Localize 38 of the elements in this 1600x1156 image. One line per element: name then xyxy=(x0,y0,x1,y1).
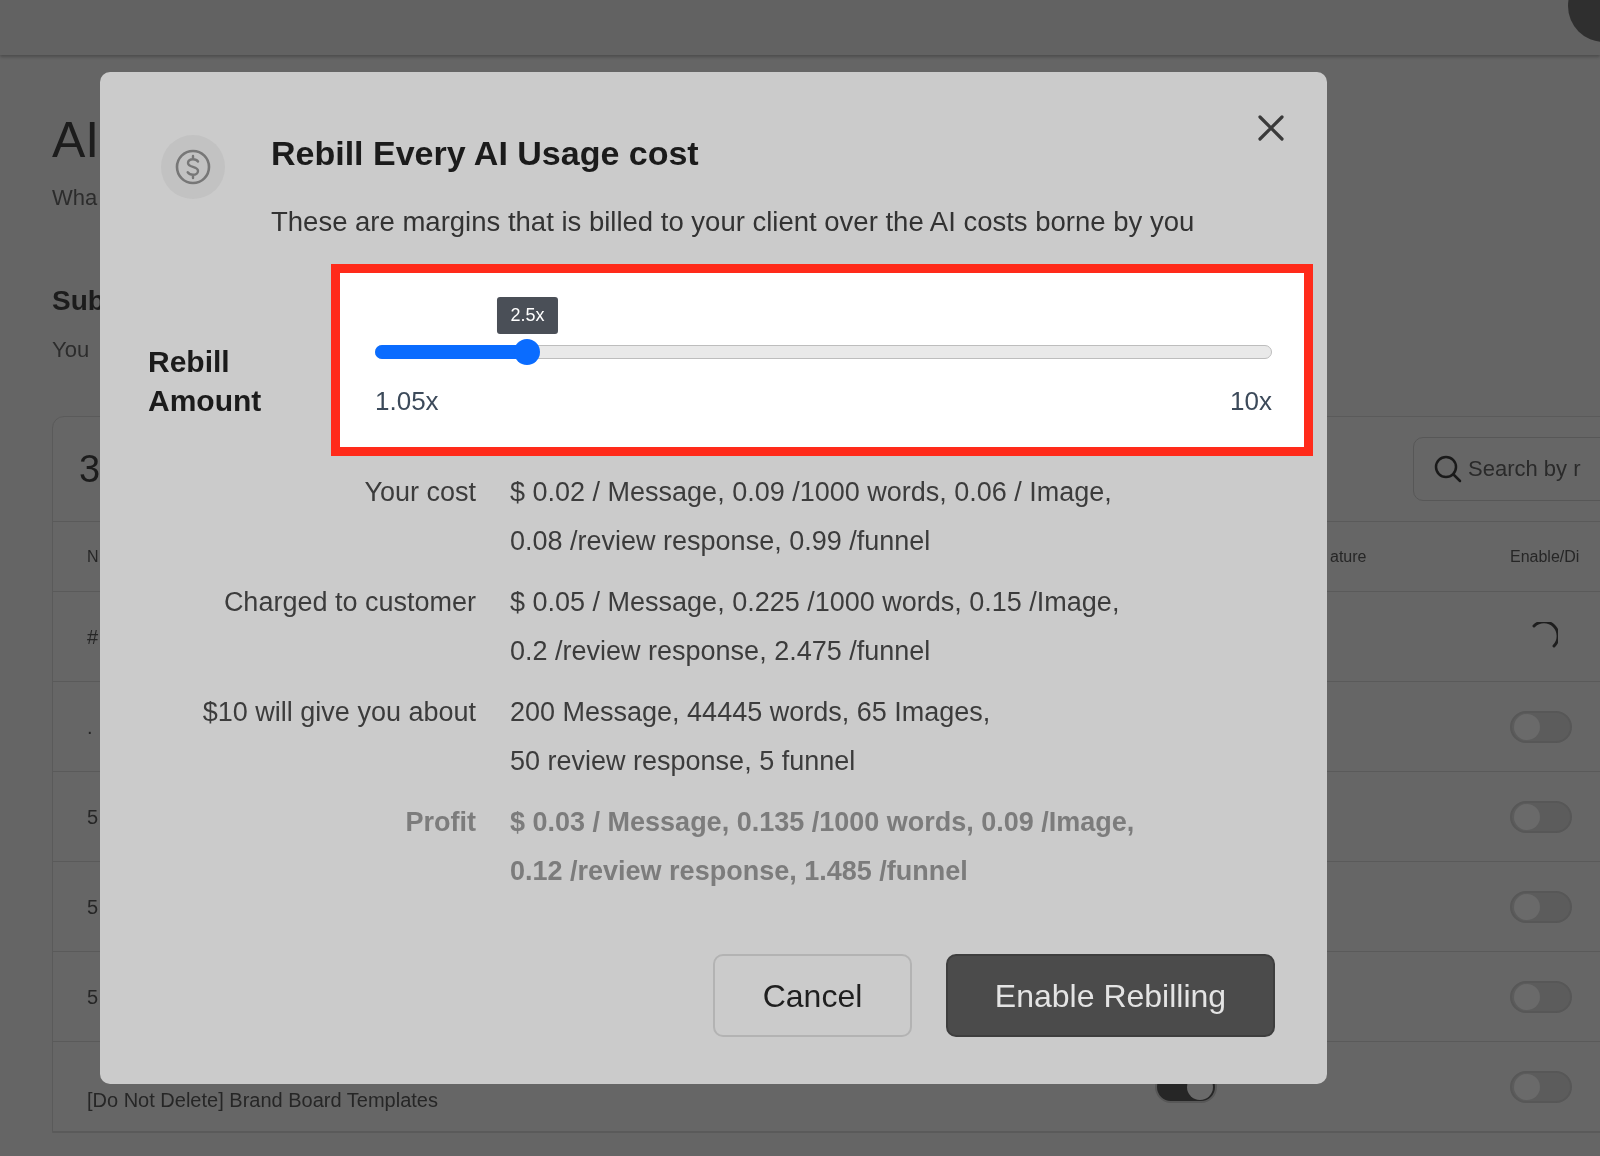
detail-label: Profit xyxy=(404,806,476,840)
slider-thumb[interactable] xyxy=(514,339,541,366)
search-field[interactable]: Search by r xyxy=(1413,437,1600,501)
detail-value: 0.08 /review response, 0.99 /funnel xyxy=(510,525,932,559)
detail-value: 200 Message, 44445 words, 65 Images, xyxy=(510,696,991,730)
detail-value: 0.2 /review response, 2.475 /funnel xyxy=(510,635,932,669)
row-name: 5 xyxy=(87,984,99,1010)
detail-value: 0.12 /review response, 1.485 /funnel xyxy=(510,855,969,889)
page-title: AI xyxy=(52,115,100,165)
detail-value: $ 0.05 / Message, 0.225 /1000 words, 0.15 /Image, xyxy=(510,586,1120,620)
column-header: N xyxy=(87,546,99,567)
page-subtitle: Wha xyxy=(52,184,98,212)
slider-track[interactable] xyxy=(375,338,1272,367)
item-count: 3 xyxy=(79,446,101,492)
detail-value: $ 0.03 / Message, 0.135 /1000 words, 0.09 /Image, xyxy=(510,806,1135,840)
row-name: . xyxy=(87,714,93,740)
row-name: 5 xyxy=(87,804,99,830)
field-label: Rebill Amount xyxy=(148,344,263,420)
value-tooltip: 2.5x xyxy=(497,297,558,335)
detail-value: $ 0.02 / Message, 0.09 /1000 words, 0.06 / Image, xyxy=(510,476,1112,510)
min-label: 1.05x xyxy=(375,385,439,419)
row-name: 5 xyxy=(87,894,99,920)
detail-label: Charged to customer xyxy=(222,586,476,620)
column-header: ature xyxy=(1330,546,1367,567)
detail-value: 50 review response, 5 funnel xyxy=(510,745,857,779)
modal-subtitle: These are margins that is billed to your client over the AI costs borne by you xyxy=(271,205,1195,239)
modal-title: Rebill Every AI Usage cost xyxy=(271,133,700,174)
section-text: You xyxy=(52,336,90,364)
cancel-button[interactable]: Cancel xyxy=(713,954,912,1038)
row-name: [Do Not Delete] Brand Board Templates xyxy=(87,1088,438,1113)
detail-label: $10 will give you about xyxy=(201,696,476,730)
detail-label: Your cost xyxy=(363,476,476,510)
max-label: 10x xyxy=(1230,385,1272,419)
enable-button[interactable]: Enable Rebilling xyxy=(946,954,1275,1038)
row-name: # xyxy=(87,624,99,650)
search-icon xyxy=(1433,454,1463,484)
column-header: Enable/Di xyxy=(1510,546,1580,567)
dollar-icon xyxy=(174,148,212,186)
